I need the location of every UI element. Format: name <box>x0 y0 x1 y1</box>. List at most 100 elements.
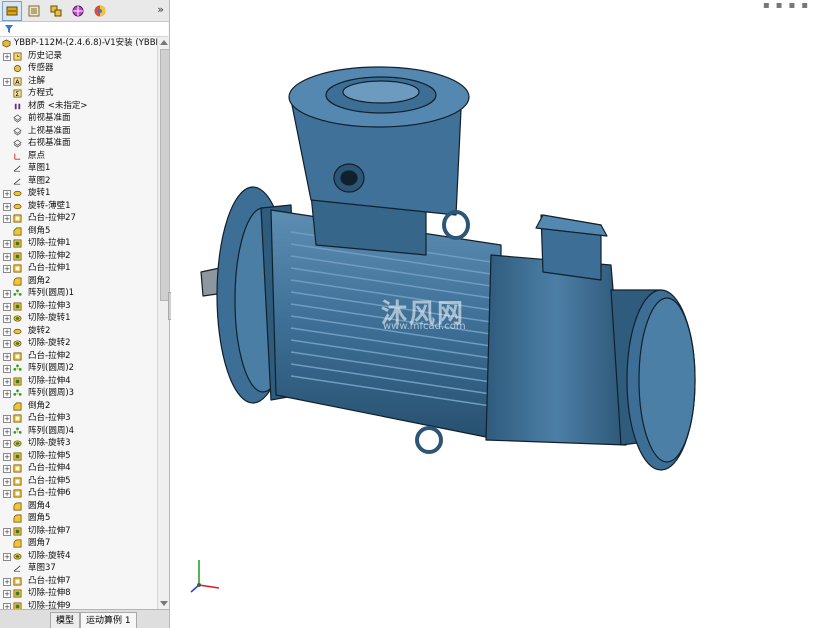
expand-toggle-icon[interactable]: + <box>3 252 11 261</box>
tree-item[interactable]: + 阵列(圆周)2 <box>0 362 157 375</box>
scroll-thumb[interactable] <box>160 49 169 301</box>
tree-item[interactable]: + 切除-拉伸3 <box>0 300 157 313</box>
tab-motion-study[interactable]: 运动算例 1 <box>80 612 137 628</box>
tree-root[interactable]: YBBP-112M-(2.4.6.8)-V1安装 (YBBP <box>0 37 157 50</box>
expand-toggle-icon[interactable]: + <box>3 590 11 598</box>
tree-item[interactable]: 原点 <box>0 150 157 163</box>
cut-revolve-icon <box>13 315 22 322</box>
expand-toggle-icon[interactable]: + <box>3 302 11 311</box>
display-manager-icon[interactable] <box>90 1 110 21</box>
tree-item[interactable]: + 旋转-薄壁1 <box>0 200 157 213</box>
tree-item[interactable]: + 切除-拉伸7 <box>0 525 157 538</box>
tree-item-label: 旋转-薄壁1 <box>28 200 71 211</box>
tree-item[interactable]: 倒角5 <box>0 225 157 238</box>
expand-toggle-icon[interactable]: + <box>3 465 11 473</box>
tree-item[interactable]: 倒角2 <box>0 400 157 413</box>
tree-item[interactable]: 前视基准面 <box>0 112 157 125</box>
expand-toggle-icon[interactable]: + <box>3 240 11 248</box>
tree-item[interactable]: + 凸台-拉伸4 <box>0 462 157 475</box>
tree-item[interactable]: + 凸台-拉伸6 <box>0 487 157 500</box>
tree-item[interactable]: + 阵列(圆周)1 <box>0 287 157 300</box>
toolbar-more-button[interactable]: » <box>157 3 164 16</box>
property-manager-icon[interactable] <box>24 1 44 21</box>
tree-item[interactable]: 右视基准面 <box>0 137 157 150</box>
expand-toggle-icon[interactable]: + <box>3 552 11 561</box>
expand-toggle-icon[interactable]: + <box>3 327 11 336</box>
expand-toggle-icon[interactable]: + <box>3 377 11 386</box>
tree-item[interactable]: + 切除-旋转3 <box>0 437 157 450</box>
expand-toggle-icon[interactable]: + <box>3 202 11 211</box>
tree-item[interactable]: + 切除-拉伸9 <box>0 600 157 609</box>
expand-toggle-icon[interactable]: + <box>3 390 11 398</box>
sensor-icon <box>13 64 22 73</box>
tree-item[interactable]: 草图37 <box>0 562 157 575</box>
tree-item[interactable]: + A 注解 <box>0 75 157 88</box>
bottom-tabs: 模型 运动算例 1 <box>0 609 169 628</box>
expand-toggle-icon[interactable]: + <box>3 427 11 436</box>
expand-toggle-icon[interactable]: + <box>3 415 11 423</box>
expand-toggle-icon[interactable]: + <box>3 340 11 348</box>
tree-item[interactable]: + 切除-拉伸2 <box>0 250 157 263</box>
feature-manager-icon[interactable] <box>2 0 22 21</box>
extrude-icon <box>13 477 22 485</box>
tree-item[interactable]: + 凸台-拉伸3 <box>0 412 157 425</box>
expand-toggle-icon[interactable]: + <box>3 315 11 323</box>
expand-toggle-icon[interactable]: + <box>3 52 11 61</box>
expand-toggle-icon[interactable]: + <box>3 190 11 198</box>
expand-toggle-icon[interactable]: + <box>3 265 11 273</box>
fillet-icon <box>13 502 22 510</box>
tree-item[interactable]: Σ 方程式 <box>0 87 157 100</box>
tree-item[interactable]: + 切除-拉伸1 <box>0 237 157 250</box>
tree-item[interactable]: 圆角4 <box>0 500 157 513</box>
tree-item[interactable]: + 凸台-拉伸27 <box>0 212 157 225</box>
tab-model[interactable]: 模型 <box>50 612 81 628</box>
tree-filter-bar[interactable] <box>0 22 168 37</box>
scroll-up-icon[interactable] <box>160 40 168 45</box>
scroll-down-icon[interactable] <box>160 601 168 606</box>
tree-item[interactable]: + 切除-旋转4 <box>0 550 157 563</box>
expand-toggle-icon[interactable]: + <box>3 452 11 461</box>
expand-toggle-icon[interactable]: + <box>3 77 11 86</box>
tree-item[interactable]: + 切除-旋转1 <box>0 312 157 325</box>
tree-item[interactable]: 草图2 <box>0 175 157 188</box>
tree-item-label: 凸台-拉伸1 <box>28 263 71 273</box>
dimxpert-icon[interactable] <box>68 1 88 21</box>
tree-item[interactable]: 草图1 <box>0 162 157 175</box>
expand-toggle-icon[interactable]: + <box>3 215 11 223</box>
expand-toggle-icon[interactable]: + <box>3 290 11 298</box>
tree-item[interactable]: + 凸台-拉伸7 <box>0 575 157 588</box>
expand-toggle-icon[interactable]: + <box>3 577 11 586</box>
expand-toggle-icon[interactable]: + <box>3 365 11 373</box>
expand-toggle-icon[interactable]: + <box>3 477 11 486</box>
tree-item[interactable]: 圆角5 <box>0 512 157 525</box>
tree-item[interactable]: + 旋转2 <box>0 325 157 338</box>
expand-toggle-icon[interactable]: + <box>3 352 11 361</box>
tree-item[interactable]: + 切除-拉伸4 <box>0 375 157 388</box>
configuration-manager-icon[interactable] <box>46 1 66 21</box>
tree-item[interactable]: + 凸台-拉伸1 <box>0 262 157 275</box>
tree-item[interactable]: + 历史记录 <box>0 50 157 63</box>
tree-item-label: 凸台-拉伸2 <box>28 350 71 361</box>
tree-item[interactable]: 上视基准面 <box>0 125 157 138</box>
origin-icon <box>14 153 21 160</box>
tree-item[interactable]: + 切除-拉伸8 <box>0 587 157 600</box>
tree-item[interactable]: + 凸台-拉伸2 <box>0 350 157 363</box>
tree-item[interactable]: 圆角2 <box>0 275 157 288</box>
tree-item[interactable]: 圆角7 <box>0 537 157 550</box>
tree-item[interactable]: + 阵列(圆周)3 <box>0 387 157 400</box>
expand-toggle-icon[interactable]: + <box>3 490 11 498</box>
motor-model[interactable] <box>171 0 820 628</box>
tree-item[interactable]: 材质 <未指定> <box>0 100 157 113</box>
filter-icon[interactable] <box>4 24 14 34</box>
expand-toggle-icon[interactable]: + <box>3 527 11 536</box>
feature-tree: YBBP-112M-(2.4.6.8)-V1安装 (YBBP + 历史记录 传感器 +… <box>0 37 157 609</box>
tree-item[interactable]: + 切除-旋转2 <box>0 337 157 350</box>
tree-item[interactable]: 传感器 <box>0 62 157 75</box>
tree-item[interactable]: + 凸台-拉伸5 <box>0 475 157 488</box>
expand-toggle-icon[interactable]: + <box>3 440 11 448</box>
tree-scrollbar[interactable] <box>157 37 169 609</box>
graphics-viewport[interactable]: ▪▪▪▪ 沐风网 www.mfcad.com <box>171 0 820 628</box>
tree-item[interactable]: + 阵列(圆周)4 <box>0 425 157 438</box>
tree-item[interactable]: + 切除-拉伸5 <box>0 450 157 463</box>
tree-item[interactable]: + 旋转1 <box>0 187 157 200</box>
